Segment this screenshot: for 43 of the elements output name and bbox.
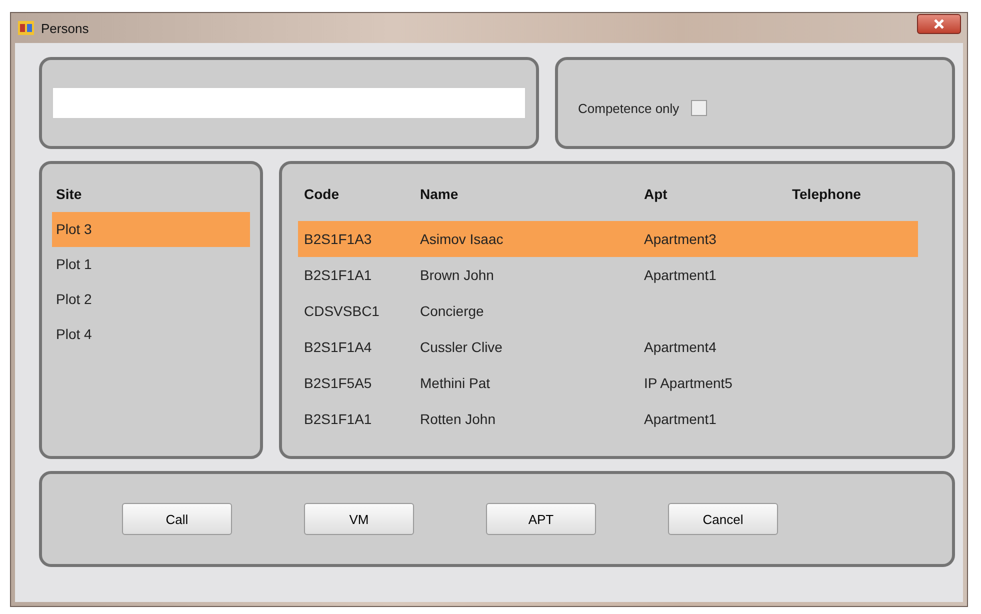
action-button[interactable]: Cancel bbox=[668, 503, 778, 535]
close-icon bbox=[933, 18, 945, 30]
table-cell-text: IP Apartment5 bbox=[644, 375, 734, 391]
table-cell-text: Apartment3 bbox=[644, 231, 718, 247]
table-row[interactable]: B2S1F1A4 Cussler Clive Apartment4 bbox=[298, 329, 918, 365]
table-cell-text: CDSVSBC1 bbox=[304, 303, 380, 319]
table-row[interactable]: CDSVSBC1 Concierge bbox=[298, 293, 918, 329]
site-item[interactable]: Plot 1 bbox=[52, 247, 250, 282]
table-cell-text: B2S1F1A3 bbox=[304, 231, 373, 247]
table-row[interactable]: B2S1F5A5 Methini Pat IP Apartment5 bbox=[298, 365, 918, 401]
app-icon bbox=[17, 19, 35, 37]
table-cell-text: Apartment1 bbox=[644, 267, 718, 283]
table-cell-text: Apartment1 bbox=[644, 411, 718, 427]
competence-checkbox[interactable] bbox=[691, 100, 708, 116]
competence-label: Competence only bbox=[578, 100, 680, 116]
table-cell-text: Cussler Clive bbox=[420, 339, 504, 355]
column-header[interactable]: Telephone bbox=[792, 186, 912, 202]
action-button[interactable]: APT bbox=[486, 503, 596, 535]
close-button[interactable] bbox=[917, 14, 961, 34]
table-cell-text: Concierge bbox=[420, 303, 485, 319]
table-cell-text: B2S1F5A5 bbox=[304, 375, 373, 391]
table-cell-text: Apartment4 bbox=[644, 339, 718, 355]
table-cell-text: Rotten John bbox=[420, 411, 496, 427]
column-header[interactable]: Apt bbox=[644, 186, 792, 202]
table-cell-text: B2S1F1A4 bbox=[304, 339, 373, 355]
action-button[interactable]: VM bbox=[304, 503, 414, 535]
column-header[interactable]: Code bbox=[304, 186, 420, 202]
table-cell-text: Methini Pat bbox=[420, 375, 492, 391]
site-item[interactable]: Plot 4 bbox=[52, 317, 250, 352]
site-item[interactable]: Plot 3 bbox=[52, 212, 250, 247]
table-cell-text: B2S1F1A1 bbox=[304, 267, 373, 283]
action-button[interactable]: Call bbox=[122, 503, 232, 535]
table-row[interactable]: B2S1F1A3 Asimov Isaac Apartment3 bbox=[298, 221, 918, 257]
table-row[interactable]: B2S1F1A1 Brown John Apartment1 bbox=[298, 257, 918, 293]
site-item[interactable]: Plot 2 bbox=[52, 282, 250, 317]
search-field[interactable] bbox=[52, 87, 526, 119]
table-row[interactable]: B2S1F1A1 Rotten John Apartment1 bbox=[298, 401, 918, 437]
column-header[interactable]: Name bbox=[420, 186, 644, 202]
table-cell-text: Asimov Isaac bbox=[420, 231, 504, 247]
window-title: Persons bbox=[41, 20, 90, 36]
column-header: Site bbox=[55, 186, 83, 204]
table-cell-text: Brown John bbox=[420, 267, 495, 283]
table-cell-text: B2S1F1A1 bbox=[304, 411, 373, 427]
